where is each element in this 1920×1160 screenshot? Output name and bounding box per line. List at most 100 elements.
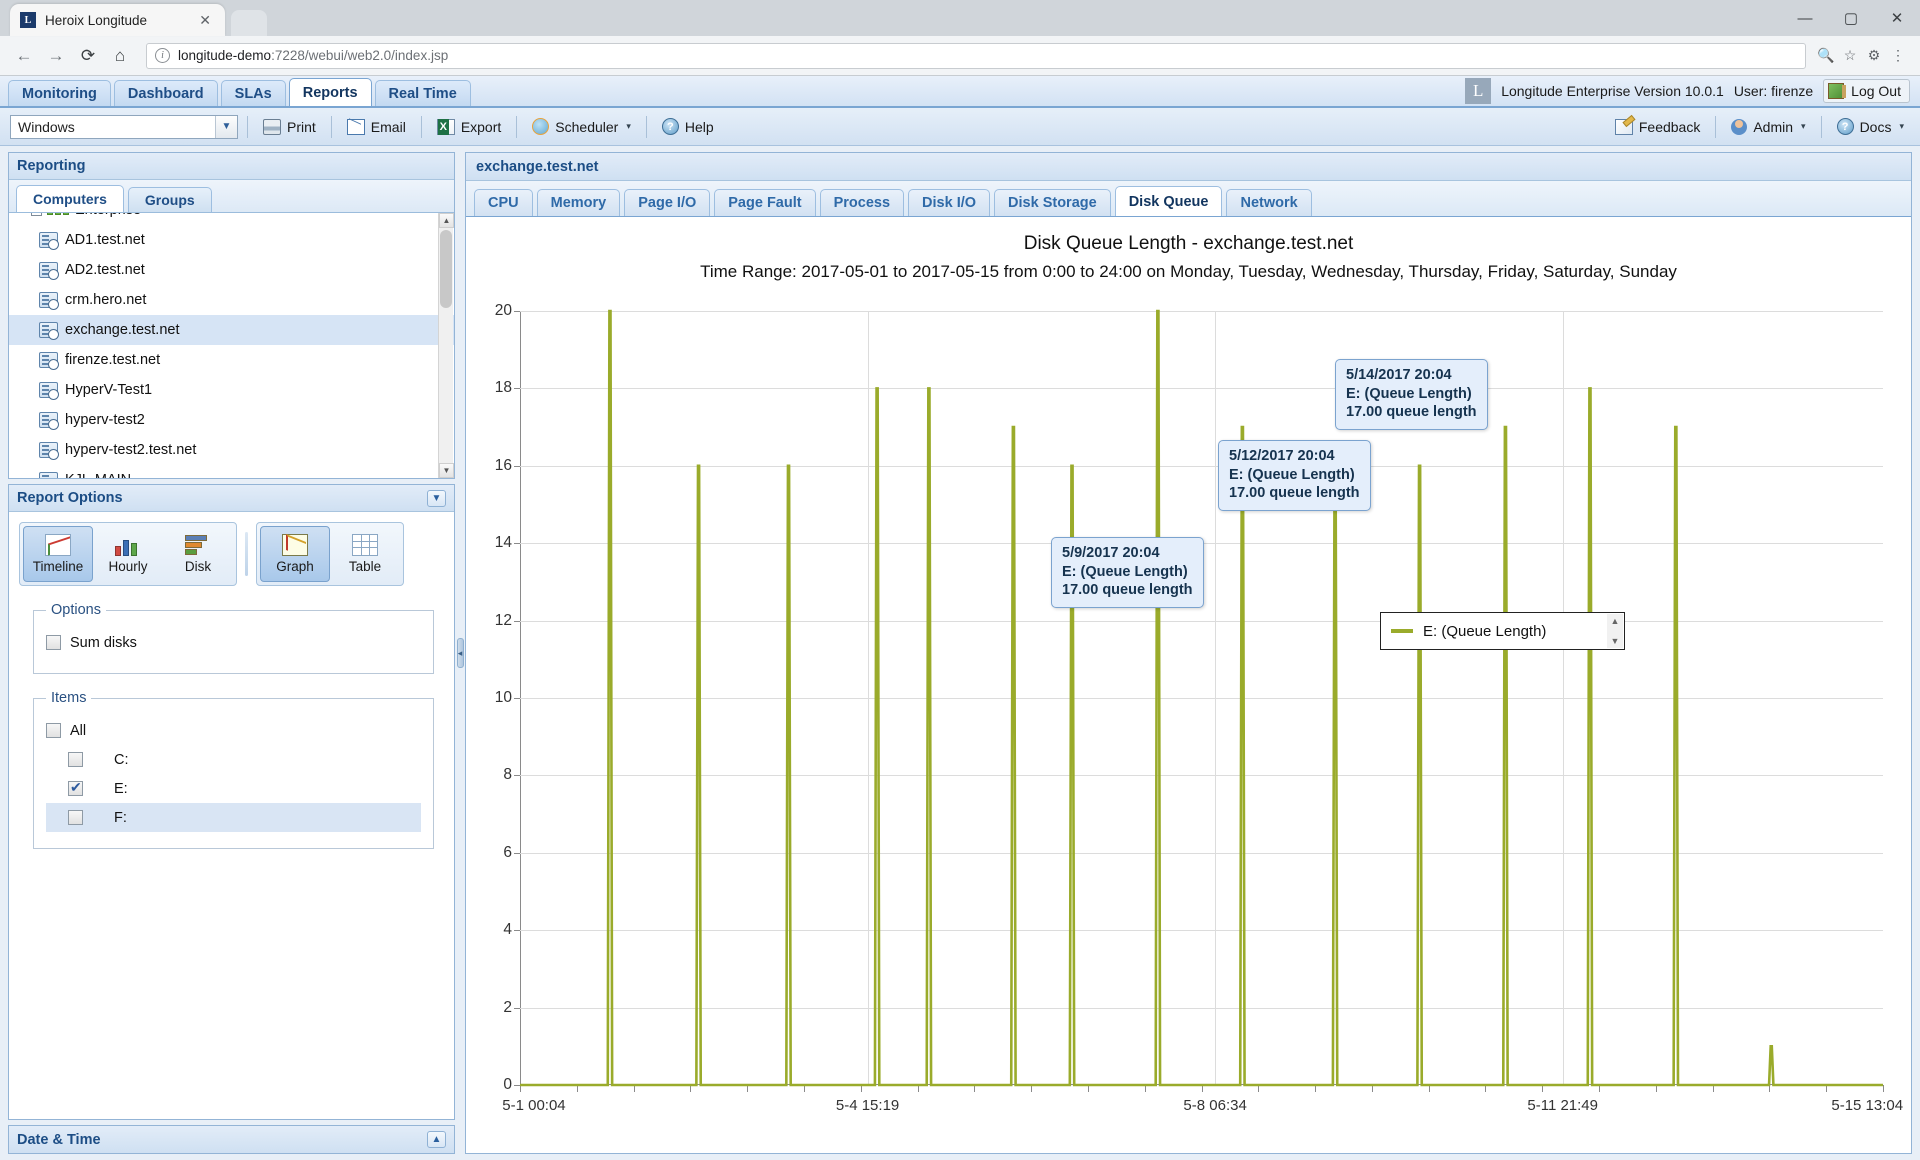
admin-menu-button[interactable]: Admin ▾ (1725, 114, 1811, 140)
tree-scrollbar[interactable]: ▲ ▼ (438, 213, 454, 478)
checkbox-row-sum-disks[interactable]: Sum disks (46, 628, 421, 657)
tree-row-ad1[interactable]: AD1.test.net (9, 225, 454, 255)
nav-tab-real-time[interactable]: Real Time (374, 80, 471, 106)
feedback-button[interactable]: Feedback (1609, 114, 1706, 140)
forward-icon[interactable]: → (42, 42, 70, 70)
computer-tree: − Enterprise AD1.test.net AD2.test.net (9, 213, 454, 478)
maximize-icon[interactable]: ▢ (1828, 0, 1874, 36)
checkbox-row-all[interactable]: All (46, 716, 421, 745)
tab-network[interactable]: Network (1226, 189, 1312, 216)
expand-panel-icon[interactable]: ▲ (427, 1131, 446, 1148)
chart-tooltip: 5/9/2017 20:04 E: (Queue Length) 17.00 que… (1051, 537, 1204, 608)
view-button-table[interactable]: Table (330, 526, 400, 582)
tooltip-value: 17.00 queue length (1229, 485, 1360, 502)
scroll-up-icon[interactable]: ▲ (1611, 616, 1620, 626)
tree-row-crm[interactable]: crm.hero.net (9, 285, 454, 315)
x-axis-label: 5-11 21:49 (1527, 1097, 1598, 1114)
nav-tab-dashboard[interactable]: Dashboard (113, 80, 218, 106)
chevron-down-icon[interactable]: ▼ (215, 115, 237, 138)
tab-disk-io[interactable]: Disk I/O (908, 189, 991, 216)
sum-disks-checkbox[interactable] (46, 635, 61, 650)
bookmark-star-icon[interactable]: ☆ (1838, 44, 1862, 68)
sidebar-splitter[interactable]: ◂ (455, 146, 465, 1160)
email-button[interactable]: Email (341, 114, 412, 140)
platform-select[interactable]: Windows ▼ (10, 114, 238, 139)
close-window-icon[interactable]: ✕ (1874, 0, 1920, 36)
tab-disk-storage[interactable]: Disk Storage (994, 189, 1111, 216)
tab-computers[interactable]: Computers (16, 185, 124, 212)
tab-disk-queue[interactable]: Disk Queue (1114, 186, 1223, 216)
disk-c-checkbox[interactable] (68, 752, 83, 767)
mode-button-timeline[interactable]: Timeline (23, 526, 93, 582)
toolbar-divider (516, 115, 518, 138)
checkbox-row-disk-e[interactable]: E: (46, 774, 421, 803)
checkbox-row-disk-f[interactable]: F: (46, 803, 421, 832)
collapse-node-icon[interactable]: − (31, 213, 42, 216)
tab-process[interactable]: Process (819, 189, 905, 216)
view-button-graph[interactable]: Graph (260, 526, 330, 582)
chevron-down-icon[interactable]: ▾ (1899, 121, 1904, 132)
tree-row-exchange[interactable]: exchange.test.net (9, 315, 454, 345)
disk-f-checkbox[interactable] (68, 810, 83, 825)
extensions-icon[interactable]: ⚙ (1862, 44, 1886, 68)
legend-scrollbar[interactable]: ▲ ▼ (1607, 614, 1623, 648)
print-button[interactable]: Print (257, 114, 322, 140)
scrollbar-thumb[interactable] (440, 230, 452, 308)
browser-tab[interactable]: L Heroix Longitude ✕ (10, 4, 225, 36)
tree-label: hyperv-test2.test.net (65, 442, 197, 458)
nav-tab-reports[interactable]: Reports (288, 78, 372, 106)
mode-button-hourly[interactable]: Hourly (93, 526, 163, 582)
scroll-down-icon[interactable]: ▼ (1611, 636, 1620, 646)
checkbox-row-disk-c[interactable]: C: (46, 745, 421, 774)
tab-page-io[interactable]: Page I/O (624, 189, 711, 216)
mode-button-disk[interactable]: Disk (163, 526, 233, 582)
home-icon[interactable]: ⌂ (106, 42, 134, 70)
browser-menu-icon[interactable]: ⋮ (1886, 44, 1910, 68)
export-button[interactable]: Export (431, 114, 507, 140)
tree-row-ad2[interactable]: AD2.test.net (9, 255, 454, 285)
tree-row-hyperv-test2[interactable]: hyperv-test2 (9, 405, 454, 435)
tree-row-enterprise[interactable]: − Enterprise (9, 213, 454, 225)
all-items-checkbox[interactable] (46, 723, 61, 738)
new-tab-button[interactable] (231, 10, 267, 36)
report-panel-header: exchange.test.net (466, 153, 1911, 181)
minimize-icon[interactable]: — (1782, 0, 1828, 36)
scroll-down-icon[interactable]: ▼ (439, 463, 454, 478)
help-button[interactable]: ? Help (656, 114, 720, 140)
main-content: exchange.test.net CPU Memory Page I/O Pa… (465, 146, 1920, 1160)
disk-e-checkbox[interactable] (68, 779, 83, 796)
tree-label: crm.hero.net (65, 292, 147, 308)
tree-row-hyperv-test2-net[interactable]: hyperv-test2.test.net (9, 435, 454, 465)
y-axis-label: 8 (503, 766, 512, 784)
docs-menu-button[interactable]: ? Docs ▾ (1831, 114, 1910, 140)
reload-icon[interactable]: ⟳ (74, 42, 102, 70)
nav-tab-monitoring[interactable]: Monitoring (8, 80, 111, 106)
favicon-icon: L (20, 12, 36, 28)
logout-button[interactable]: Log Out (1823, 79, 1910, 103)
chevron-down-icon[interactable]: ▾ (626, 121, 631, 132)
date-time-panel[interactable]: Date & Time ▲ (8, 1125, 455, 1154)
computer-icon (39, 412, 59, 430)
tree-row-hyperv-test1[interactable]: HyperV-Test1 (9, 375, 454, 405)
scheduler-button[interactable]: Scheduler ▾ (526, 114, 637, 140)
back-icon[interactable]: ← (10, 42, 38, 70)
tab-cpu[interactable]: CPU (474, 189, 533, 216)
nav-tab-slas[interactable]: SLAs (220, 80, 286, 106)
tree-row-firenze[interactable]: firenze.test.net (9, 345, 454, 375)
address-bar[interactable]: i longitude-demo:7228/webui/web2.0/index… (146, 42, 1806, 69)
workspace: Reporting Computers Groups − Enterprise … (0, 146, 1920, 1160)
url-host: longitude-demo (178, 48, 272, 63)
tree-row-kjl-main[interactable]: KJL-MAIN (9, 465, 454, 478)
zoom-icon[interactable]: 🔍 (1814, 44, 1838, 68)
chevron-down-icon[interactable]: ▾ (1801, 121, 1806, 132)
scroll-up-icon[interactable]: ▲ (439, 213, 454, 228)
tab-groups[interactable]: Groups (127, 187, 212, 212)
tab-page-fault[interactable]: Page Fault (714, 189, 816, 216)
tab-memory[interactable]: Memory (536, 189, 621, 216)
chart-legend[interactable]: E: (Queue Length) ▲ ▼ (1380, 612, 1625, 650)
site-info-icon[interactable]: i (155, 48, 170, 63)
timeline-icon (45, 534, 71, 556)
close-tab-icon[interactable]: ✕ (195, 12, 215, 29)
splitter-grip-icon[interactable]: ◂ (456, 638, 464, 668)
collapse-panel-icon[interactable]: ▼ (427, 489, 446, 507)
